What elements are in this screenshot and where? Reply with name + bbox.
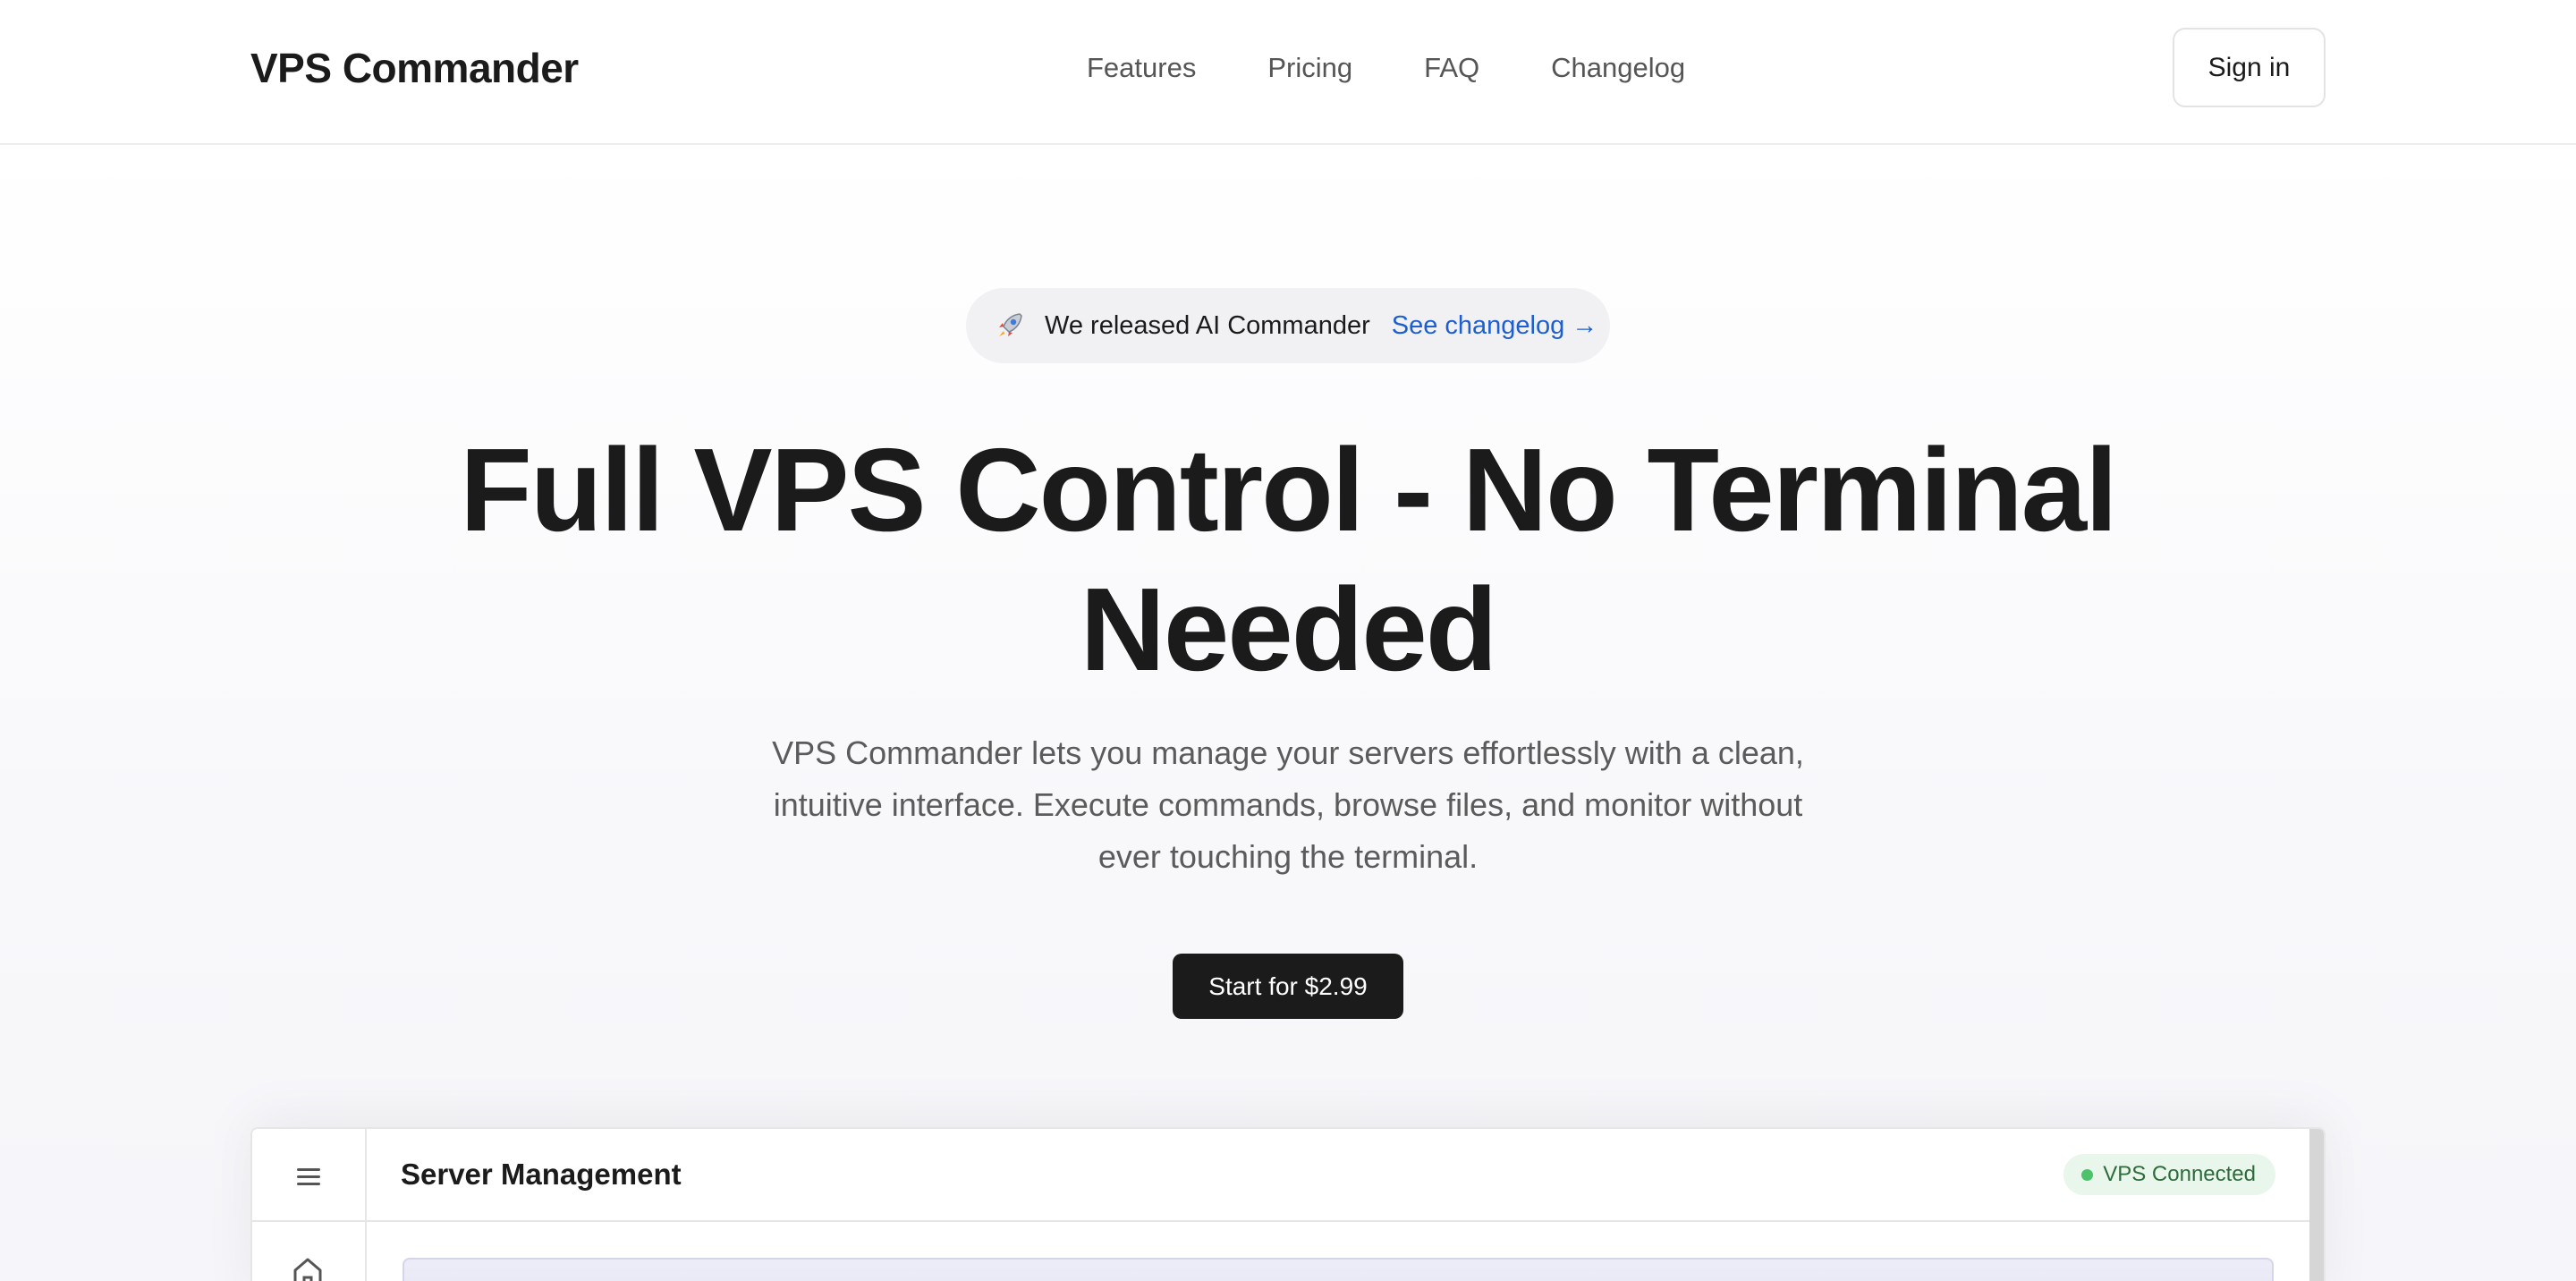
main-nav: Features Pricing FAQ Changelog [1087, 47, 1685, 89]
rocket-icon [993, 309, 1027, 343]
sidebar-divider [252, 1220, 367, 1222]
brand-logo[interactable]: VPS Commander [250, 41, 579, 95]
hero-headline: Full VPS Control - No Terminal Needed [0, 420, 2576, 700]
preview-content-panel [402, 1258, 2274, 1281]
server-management-title: Server Management [401, 1158, 682, 1191]
preview-topbar: Server Management VPS Connected [367, 1129, 2309, 1222]
hero-subtitle: VPS Commander lets you manage your serve… [772, 734, 1804, 875]
headline-line-1: Full VPS Control - No Terminal [460, 424, 2118, 556]
start-cta-button[interactable]: Start for $2.99 [1173, 954, 1403, 1019]
status-badge-label: VPS Connected [2103, 1162, 2256, 1186]
headline-line-2: Needed [1080, 564, 1498, 695]
status-dot-icon [2081, 1169, 2094, 1181]
nav-features[interactable]: Features [1087, 47, 1196, 89]
nav-pricing[interactable]: Pricing [1267, 47, 1352, 89]
nav-faq[interactable]: FAQ [1424, 47, 1479, 89]
preview-sidebar [252, 1129, 367, 1281]
nav-changelog[interactable]: Changelog [1551, 47, 1685, 89]
preview-scrollbar[interactable] [2309, 1129, 2324, 1281]
announcement-pill: We released AI Commander See changelog → [966, 288, 1610, 363]
menu-icon[interactable] [290, 1163, 327, 1190]
sign-in-button[interactable]: Sign in [2173, 28, 2326, 107]
site-header: VPS Commander Features Pricing FAQ Chang… [0, 0, 2576, 145]
home-icon[interactable] [288, 1252, 327, 1281]
status-badge: VPS Connected [2063, 1154, 2275, 1195]
announcement-text: We released AI Commander [1045, 310, 1370, 340]
app-preview: Server Management VPS Connected [250, 1127, 2326, 1281]
see-changelog-link[interactable]: See changelog → [1392, 311, 1598, 341]
